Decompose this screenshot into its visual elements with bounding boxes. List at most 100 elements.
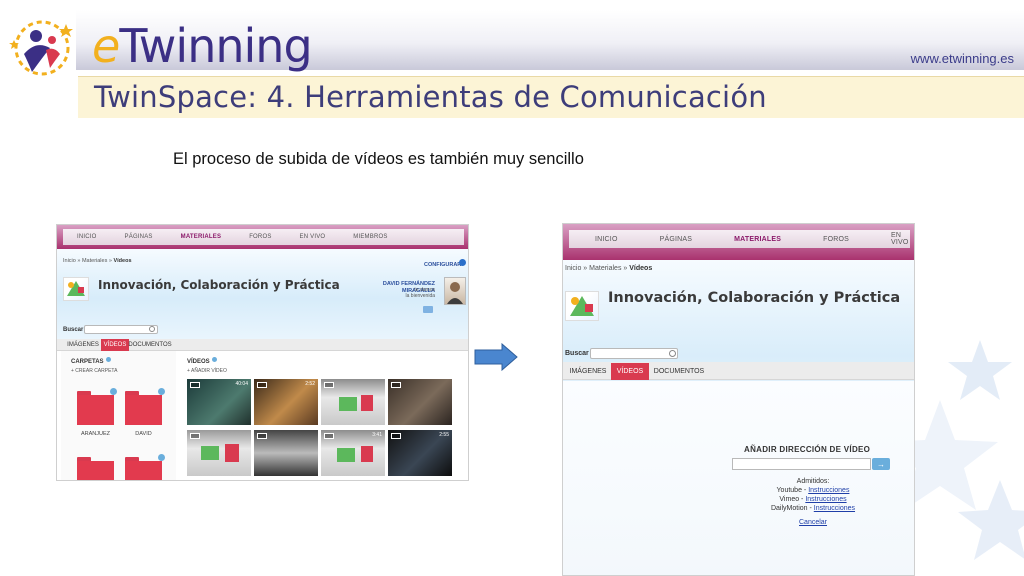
search-label: Buscar [565,350,589,357]
folder-item[interactable] [125,388,165,425]
screenshot-videos-gallery: INICIO PÁGINAS MATERIALES FOROS EN VIVO … [56,224,469,481]
video-thumbnail[interactable] [254,430,318,476]
video-camera-icon [190,382,200,388]
search-icon[interactable] [149,326,155,332]
video-duration: 40:04 [235,381,248,387]
tab-documentos[interactable]: DOCUMENTOS [649,363,709,380]
slide-title: TwinSpace: 4. Herramientas de Comunicaci… [94,80,767,114]
configure-button[interactable]: CONFIGURAR [424,262,461,268]
folder-item[interactable] [77,388,117,425]
folder-item[interactable] [77,457,114,480]
decorative-stars-icon [900,340,1024,560]
provider-dailymotion: DailyMotion - Instrucciones [770,505,856,512]
video-thumbnail[interactable]: 3:41 [321,430,385,476]
count-badge [158,388,165,395]
site-url[interactable]: www.etwinning.es [911,51,1014,66]
folder-item[interactable] [125,454,165,480]
etwinning-wordmark: eTwinning [92,19,313,73]
nav-item-inicio[interactable]: INICIO [77,234,97,240]
add-video-link[interactable]: + AÑADIR VÍDEO [187,368,227,374]
allowed-providers: Admitidos: Youtube - Instrucciones Vimeo… [723,477,903,513]
cancel-link[interactable]: Cancelar [799,519,827,526]
nav-item-inicio[interactable]: INICIO [595,236,618,243]
breadcrumb: Inicio » Materiales » Vídeos [63,258,132,264]
main-nav: INICIO PÁGINAS MATERIALES FOROS EN VIVO [563,224,914,260]
user-greeting: , te damos la bienvenida [405,287,435,299]
nav-item-foros[interactable]: FOROS [823,236,849,243]
count-badge [158,454,165,461]
breadcrumb-videos: Vídeos [629,265,653,272]
info-icon[interactable] [105,357,111,362]
video-camera-icon [391,433,401,439]
breadcrumb-materiales[interactable]: Materiales [589,265,621,272]
submit-url-button[interactable]: → [872,458,890,470]
nav-item-materiales[interactable]: MATERIALES [734,236,781,243]
avatar[interactable] [444,277,466,305]
videos-title: VÍDEOS [187,357,217,365]
breadcrumb: Inicio » Materiales » Vídeos [565,265,653,272]
tab-videos[interactable]: VÍDEOS [101,339,129,351]
allowed-label: Admitidos: [796,478,830,485]
folder-label: DAVID [135,431,152,437]
video-thumbnail[interactable]: 40:04 [187,379,251,425]
tab-videos[interactable]: VÍDEOS [611,363,649,380]
nav-item-miembros[interactable]: MIEMBROS [353,234,387,240]
search-icon[interactable] [669,350,676,357]
video-camera-icon [391,382,401,388]
breadcrumb-inicio[interactable]: Inicio [63,258,76,264]
gear-icon[interactable] [459,259,466,266]
slide: eTwinning www.etwinning.es TwinSpace: 4.… [0,0,1024,576]
main-nav: INICIO PÁGINAS MATERIALES FOROS EN VIVO … [57,225,468,249]
tab-imagenes[interactable]: IMÁGENES [65,339,101,351]
add-video-title: AÑADIR DIRECCIÓN DE VÍDEO [744,445,871,454]
search-label: Buscar [63,327,84,333]
video-camera-icon [324,433,334,439]
media-tabs: IMÁGENES VÍDEOS DOCUMENTOS [565,363,709,380]
info-icon[interactable] [211,357,217,362]
video-duration: 2:52 [305,381,315,387]
screenshot-add-video-url: INICIO PÁGINAS MATERIALES FOROS EN VIVO … [562,223,915,576]
nav-item-paginas[interactable]: PÁGINAS [660,236,693,243]
arrow-right-icon [474,343,518,371]
create-folder-link[interactable]: + CREAR CARPETA [71,368,117,374]
video-duration: 3:41 [372,432,382,438]
nav-item-en-vivo[interactable]: EN VIVO [891,232,910,246]
video-thumbnail[interactable]: 2:55 [388,430,452,476]
folder-label: ARANJUEZ [80,431,111,437]
slide-subtitle: El proceso de subida de vídeos es tambié… [173,150,584,168]
search-input[interactable] [84,325,158,334]
provider-youtube: Youtube - Instrucciones [776,487,850,494]
video-camera-icon [190,433,200,439]
tab-documentos[interactable]: DOCUMENTOS [128,339,171,351]
tab-imagenes[interactable]: IMÁGENES [565,363,611,380]
nav-item-en-vivo[interactable]: EN VIVO [300,234,326,240]
count-badge [110,388,117,395]
nav-item-materiales[interactable]: MATERIALES [181,234,222,240]
video-url-input[interactable] [732,458,871,470]
breadcrumb-inicio[interactable]: Inicio [565,265,581,272]
nav-item-foros[interactable]: FOROS [249,234,271,240]
folders-title: CARPETAS [71,357,111,365]
video-thumbnail[interactable]: 2:52 [254,379,318,425]
project-icon [565,291,599,321]
etwinning-logo-icon [9,20,73,76]
project-title: Innovación, Colaboración y Práctica [98,278,340,292]
breadcrumb-videos: Vídeos [113,258,132,264]
video-camera-icon [324,382,334,388]
instructions-link[interactable]: Instrucciones [808,487,849,494]
project-title: Innovación, Colaboración y Práctica [608,290,901,306]
search-input[interactable] [590,348,678,359]
video-thumbnail[interactable] [388,379,452,425]
video-camera-icon [257,382,267,388]
project-icon [63,277,89,301]
breadcrumb-materiales[interactable]: Materiales [82,258,107,264]
mail-icon[interactable] [423,306,433,313]
instructions-link[interactable]: Instrucciones [805,496,846,503]
arrow-right-icon: → [877,459,885,469]
provider-vimeo: Vimeo - Instrucciones [779,496,847,503]
nav-item-paginas[interactable]: PÁGINAS [125,234,153,240]
video-thumbnail[interactable] [321,379,385,425]
instructions-link[interactable]: Instrucciones [814,505,855,512]
video-thumbnail[interactable] [187,430,251,476]
media-tabs: IMÁGENES VÍDEOS DOCUMENTOS [65,339,172,351]
